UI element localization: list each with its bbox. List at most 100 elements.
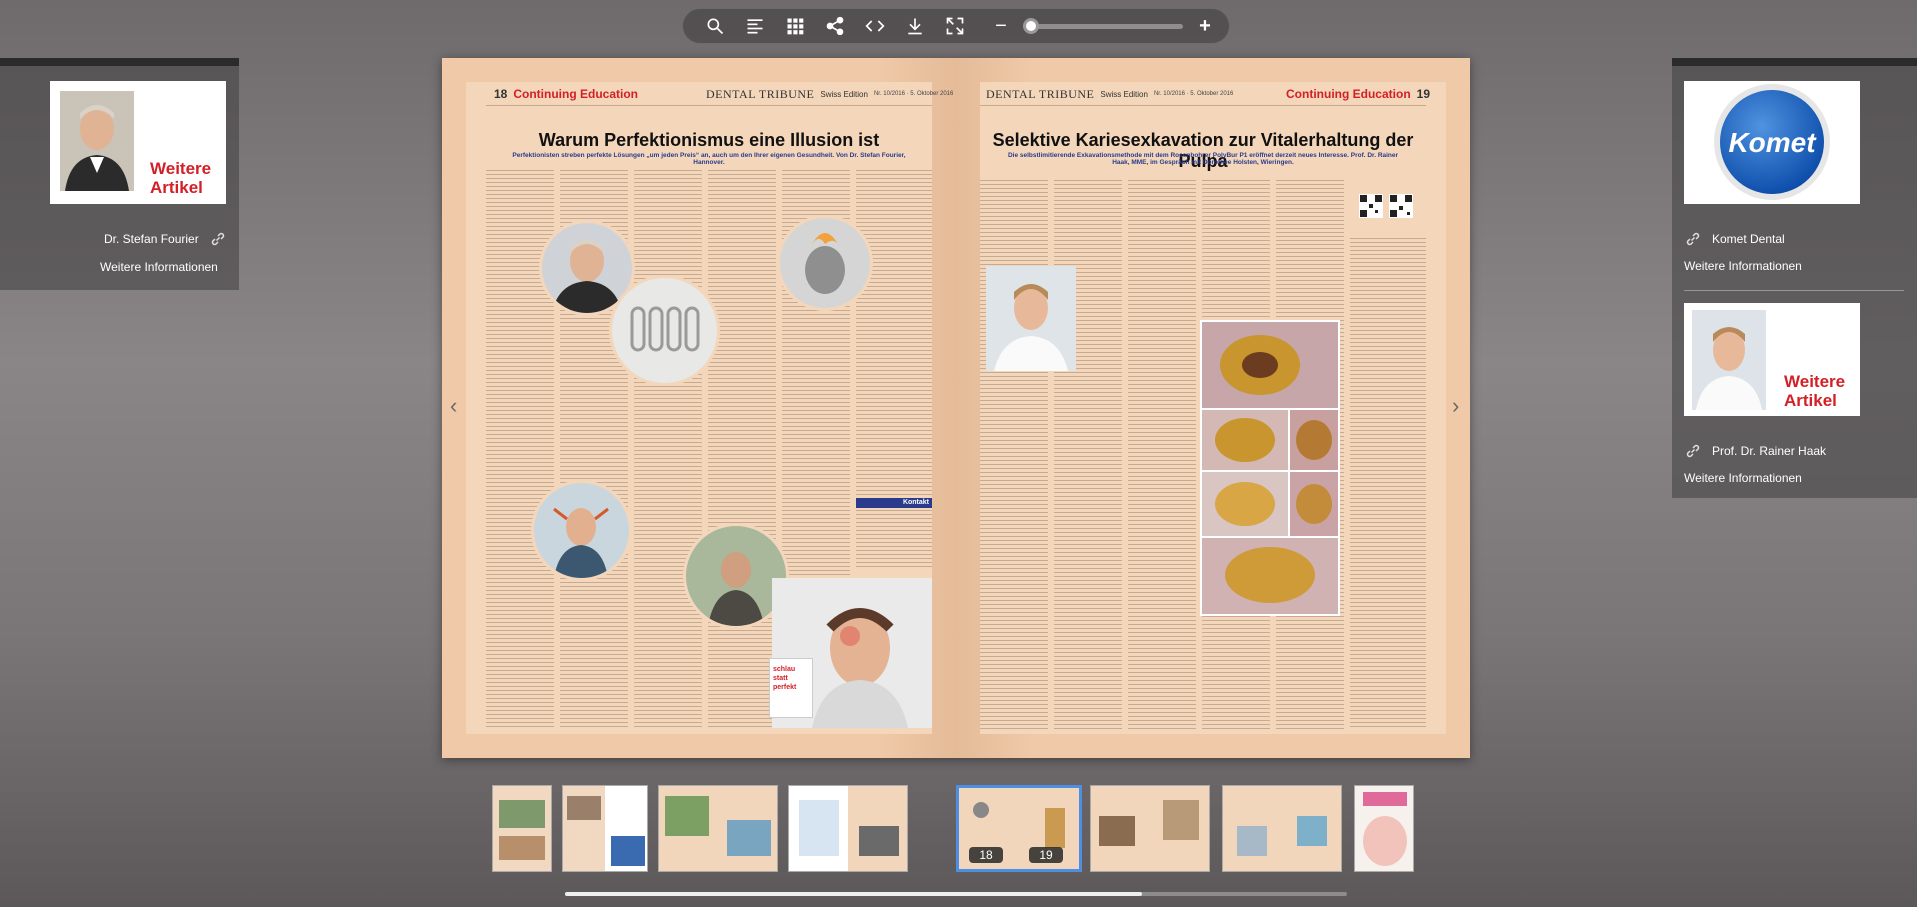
article-subline: Die selbstlimitierende Exkavationsmethod… <box>1007 152 1399 166</box>
page-badge-left: 18 <box>969 847 1003 863</box>
contact-label: Kontakt <box>902 499 929 506</box>
zoom-control: − + <box>989 11 1217 41</box>
thumbnail[interactable] <box>1222 785 1342 872</box>
text-column <box>708 170 776 730</box>
article-headline: Warum Perfektionismus eine Illusion ist <box>538 130 880 150</box>
left-article-panel: Weitere Artikel Dr. Stefan Fourier Weite… <box>0 58 239 290</box>
thumbnail[interactable] <box>1354 785 1414 872</box>
scrollbar-thumb[interactable] <box>565 892 1142 896</box>
company-name: Komet Dental <box>1712 232 1785 246</box>
komet-logo-card[interactable]: Komet <box>1684 81 1860 204</box>
weitere-artikel-label: Weitere Artikel <box>150 159 212 197</box>
author-row-haak[interactable]: Prof. Dr. Rainer Haak <box>1684 442 1826 460</box>
page-number: 19 <box>1416 87 1431 101</box>
author-card-fourier[interactable]: Weitere Artikel <box>50 81 226 204</box>
embed-icon <box>865 20 885 32</box>
grid-button[interactable] <box>775 11 815 41</box>
masthead: DENTAL TRIBUNE Swiss Edition Nr. 10/2016… <box>986 86 1233 102</box>
paperclips-image <box>612 278 717 383</box>
thumbnail-scrollbar[interactable] <box>565 892 1347 896</box>
contemplative-man-image <box>686 526 786 626</box>
stressed-woman-image <box>534 483 629 578</box>
author-row-fourier[interactable]: Dr. Stefan Fourier <box>104 230 227 248</box>
company-row-komet[interactable]: Komet Dental <box>1684 230 1785 248</box>
search-icon <box>707 18 724 35</box>
zoom-slider[interactable] <box>1023 17 1183 34</box>
brand-name: DENTAL TRIBUNE <box>706 86 815 101</box>
issue-date: Nr. 10/2016 · 5. Oktober 2016 <box>1153 91 1234 97</box>
page-19[interactable]: DENTAL TRIBUNE Swiss Edition Nr. 10/2016… <box>956 58 1470 758</box>
issue-date: Nr. 10/2016 · 5. Oktober 2016 <box>873 91 954 97</box>
text-column <box>634 170 702 730</box>
article-subline: Perfektionisten streben perfekte Lösunge… <box>512 152 906 166</box>
page-number: 18 <box>494 87 508 101</box>
thumbnail[interactable] <box>658 785 778 872</box>
header-rule <box>980 105 1426 106</box>
author-card-haak[interactable]: Weitere Artikel <box>1684 303 1860 416</box>
zoom-in-button[interactable]: + <box>1193 11 1217 41</box>
book-title: schlau statt perfekt <box>773 666 797 691</box>
section-title: Continuing Education <box>513 87 639 101</box>
header-rule <box>486 105 932 106</box>
thumbnail-active[interactable]: 18 19 <box>956 785 1082 872</box>
toc-icon <box>747 19 763 34</box>
thumbnail[interactable] <box>562 785 648 872</box>
prev-page-arrow[interactable]: ‹ <box>450 395 464 417</box>
zoom-out-button[interactable]: − <box>989 11 1013 41</box>
more-info-link[interactable]: Weitere Informationen <box>100 260 218 274</box>
author-portrait <box>986 266 1076 371</box>
contact-box-header: Kontakt <box>856 498 932 508</box>
thumbnail[interactable] <box>1090 785 1210 872</box>
qr-code[interactable] <box>1389 194 1413 218</box>
burning-head-image <box>780 218 870 308</box>
link-icon <box>209 230 227 248</box>
author-photo-haak <box>1692 310 1766 410</box>
share-icon <box>826 16 844 36</box>
masthead: DENTAL TRIBUNE Swiss Edition Nr. 10/2016… <box>706 86 953 102</box>
download-button[interactable] <box>895 11 935 41</box>
text-column <box>1128 180 1196 730</box>
embed-button[interactable] <box>855 11 895 41</box>
thumbnail[interactable] <box>492 785 552 872</box>
book-cover: schlau statt perfekt <box>769 658 813 718</box>
komet-logo-text: Komet <box>1728 127 1817 158</box>
fullscreen-icon <box>946 17 964 35</box>
right-article-panel: Komet Komet Dental Weitere Informationen… <box>1672 58 1917 498</box>
more-info-link-haak[interactable]: Weitere Informationen <box>1684 471 1802 485</box>
section-title: Continuing Education <box>1286 87 1411 101</box>
share-button[interactable] <box>815 11 855 41</box>
magazine-spread: 18 Continuing Education DENTAL TRIBUNE S… <box>442 58 1470 758</box>
page-header: Continuing Education 19 <box>1286 86 1430 102</box>
page-badge-right: 19 <box>1029 847 1063 863</box>
panel-divider <box>1684 290 1904 291</box>
author-name: Prof. Dr. Rainer Haak <box>1712 444 1827 458</box>
page-18[interactable]: 18 Continuing Education DENTAL TRIBUNE S… <box>442 58 956 758</box>
brand-name: DENTAL TRIBUNE <box>986 86 1095 101</box>
toc-button[interactable] <box>735 11 775 41</box>
fullscreen-button[interactable] <box>935 11 975 41</box>
edition: Swiss Edition <box>820 89 868 99</box>
page-header: 18 Continuing Education <box>494 86 638 102</box>
weitere-artikel-label: Weitere Artikel <box>1784 372 1846 410</box>
download-icon <box>908 18 922 35</box>
komet-logo: Komet <box>1714 84 1830 200</box>
text-column <box>856 170 932 570</box>
search-button[interactable] <box>695 11 735 41</box>
author-portrait <box>542 223 632 313</box>
author-photo-fourier <box>60 91 134 191</box>
text-column <box>1054 180 1122 730</box>
link-icon <box>1684 230 1702 248</box>
link-icon <box>1684 442 1702 460</box>
author-name: Dr. Stefan Fourier <box>104 232 199 246</box>
zoom-slider-handle[interactable] <box>1023 17 1039 34</box>
next-page-arrow[interactable]: › <box>1452 395 1466 417</box>
qr-code[interactable] <box>1359 194 1383 218</box>
text-column <box>1350 238 1426 730</box>
more-info-link-komet[interactable]: Weitere Informationen <box>1684 259 1802 273</box>
edition: Swiss Edition <box>1100 89 1148 99</box>
text-column <box>980 180 1048 730</box>
dental-cavity-images <box>1200 320 1340 616</box>
grid-icon <box>787 18 804 35</box>
top-toolbar: − + <box>682 8 1230 44</box>
thumbnail[interactable] <box>788 785 908 872</box>
